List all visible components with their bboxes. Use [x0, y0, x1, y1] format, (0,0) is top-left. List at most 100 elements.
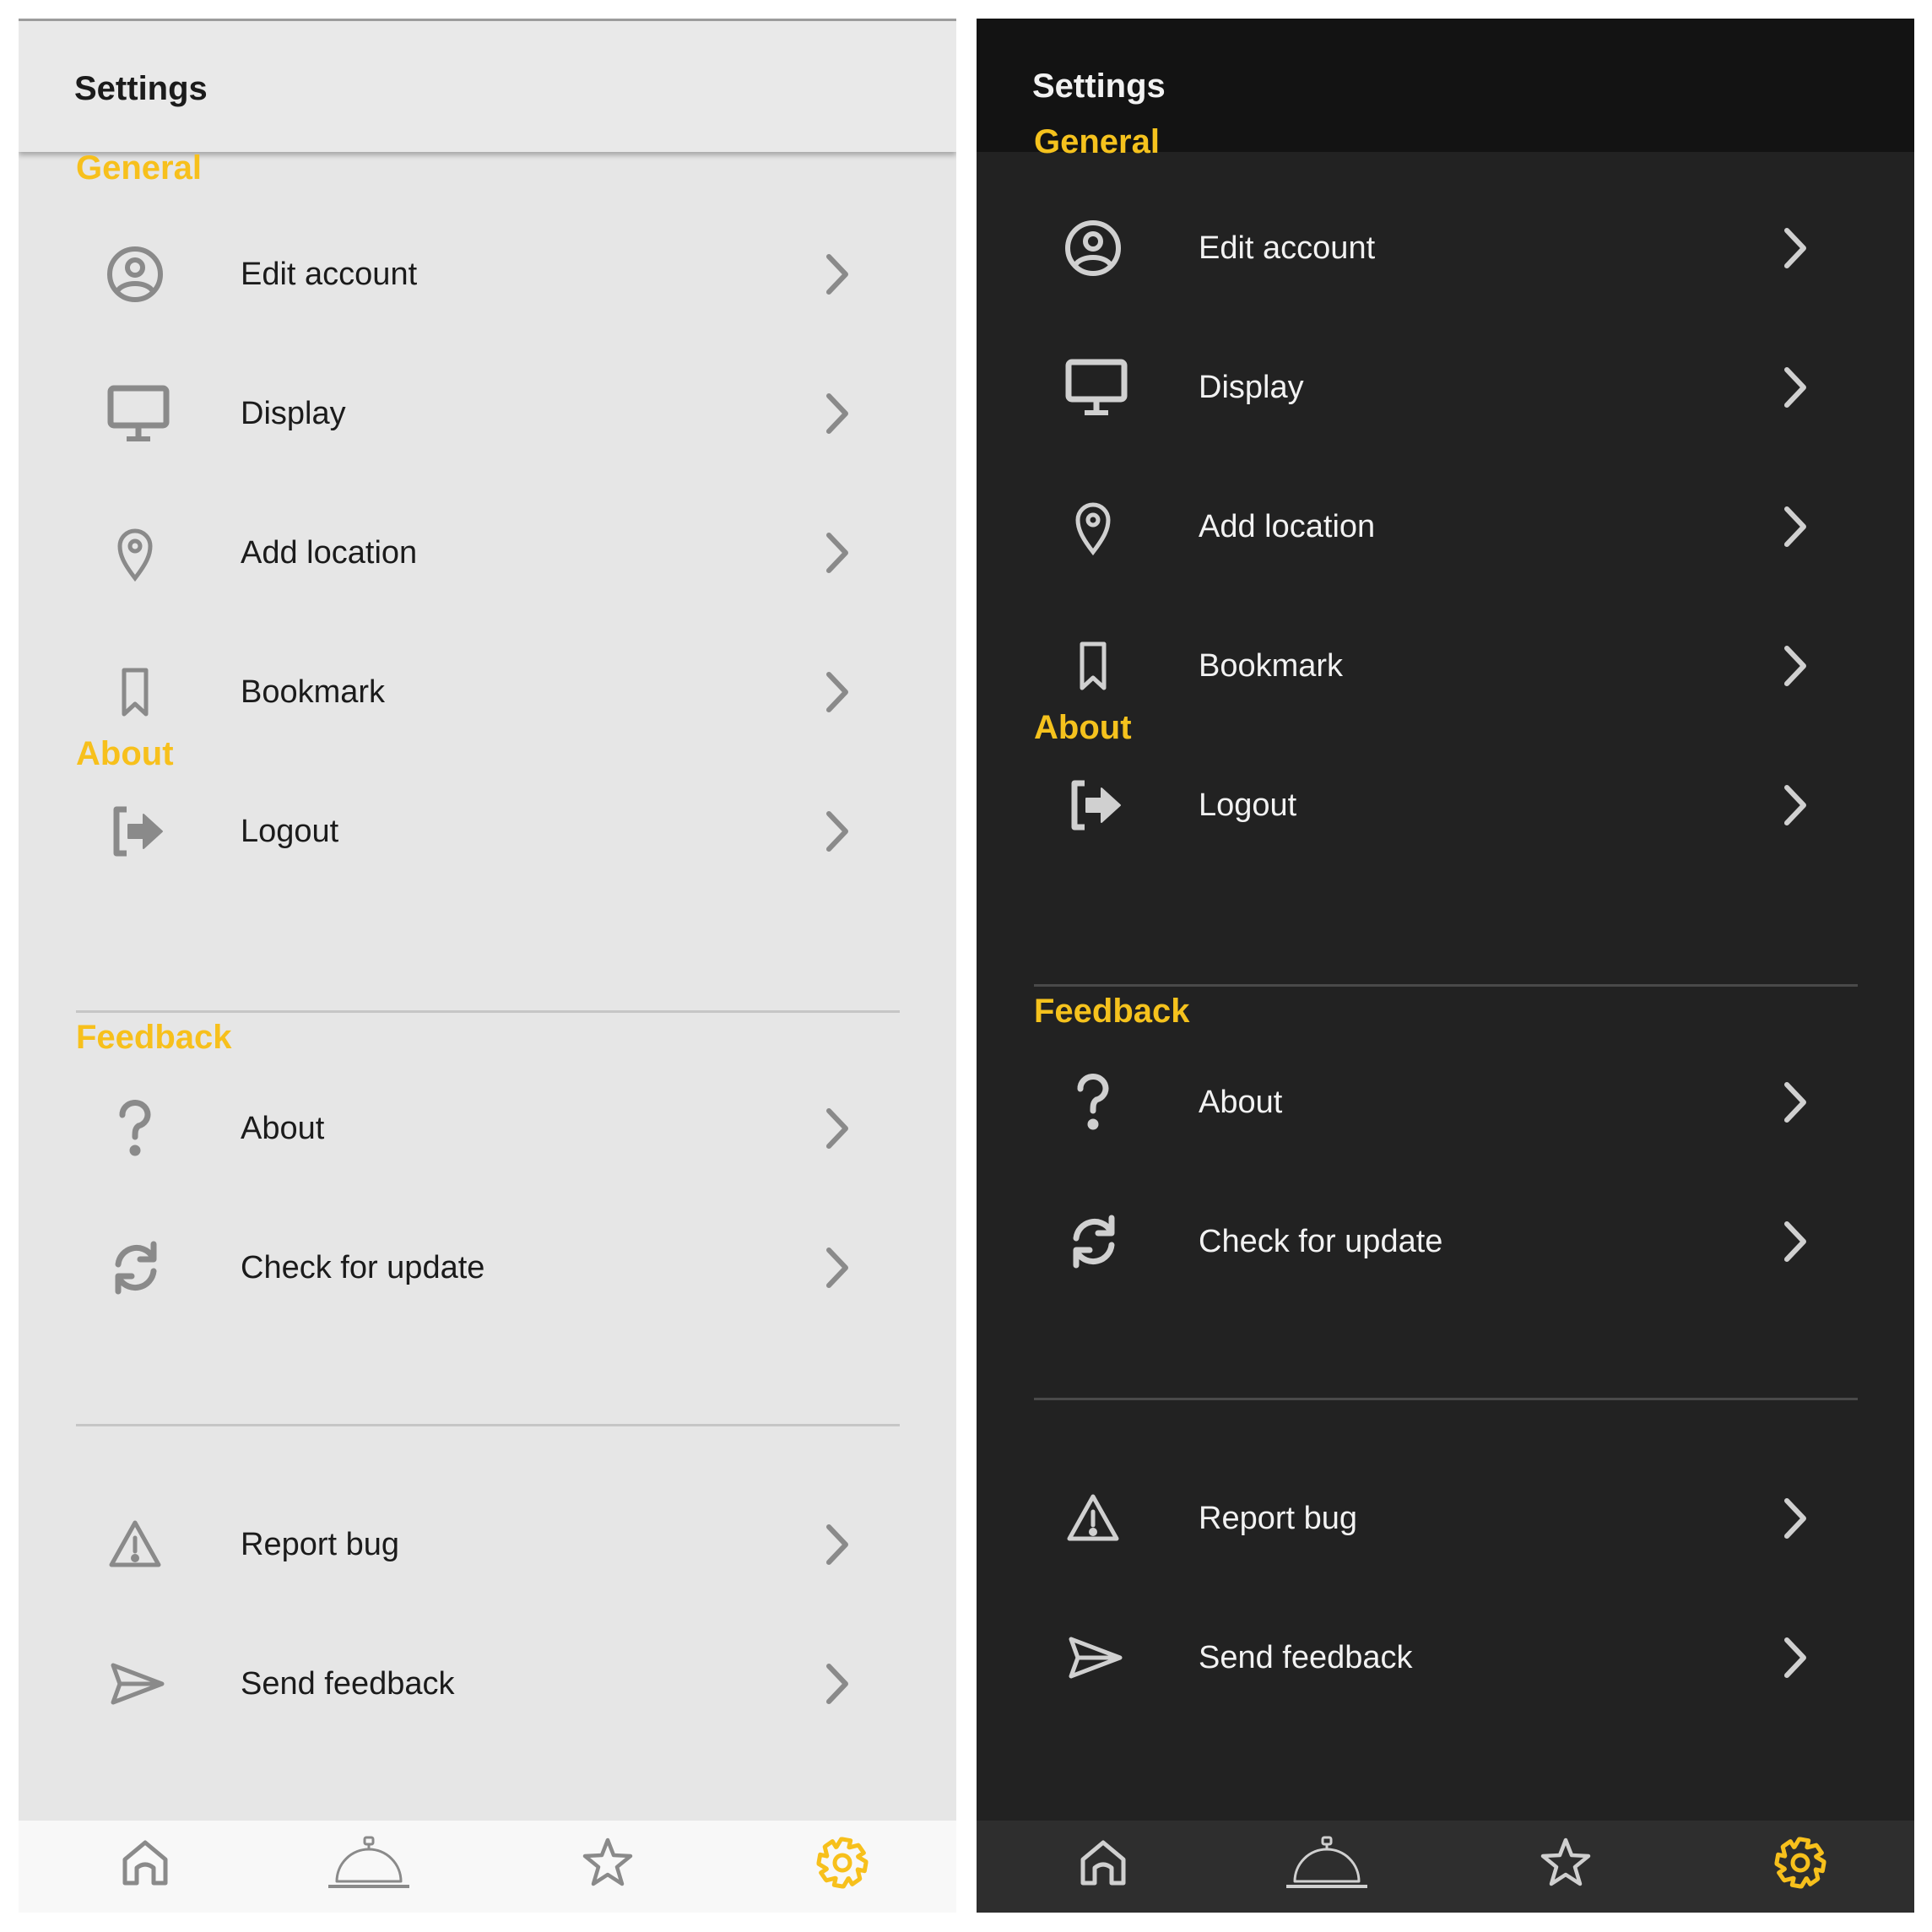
cloche-icon [1285, 1834, 1369, 1891]
settings-item-label: Display [1199, 370, 1304, 405]
settings-item-add-location[interactable]: Add location [19, 490, 956, 616]
section-divider [1034, 984, 1858, 987]
location-pin-icon [106, 522, 170, 583]
account-circle-icon [1064, 218, 1128, 279]
location-pin-icon [1064, 496, 1128, 557]
chevron-right-icon [820, 809, 854, 854]
monitor-icon [106, 383, 170, 444]
settings-item-logout[interactable]: Logout [19, 768, 956, 895]
bottom-navigation [977, 1821, 1914, 1913]
chevron-right-icon [820, 252, 854, 297]
chevron-right-icon [1778, 1635, 1812, 1680]
page-title: Settings [1032, 68, 1166, 105]
settings-screen-light: Settings General Edit account Display Add lo… [19, 19, 956, 1913]
home-icon [120, 1837, 170, 1888]
nav-tab-home[interactable] [1078, 1837, 1128, 1908]
settings-item-label: Report bug [241, 1527, 400, 1562]
section-header-feedback: Feedback [1034, 993, 1190, 1030]
section-header-about: About [1034, 709, 1132, 746]
settings-item-label: Send feedback [1199, 1640, 1413, 1675]
bookmark-icon [106, 662, 170, 722]
page-title: Settings [74, 70, 208, 107]
settings-item-edit-account[interactable]: Edit account [977, 185, 1914, 311]
settings-item-report-bug[interactable]: Report bug [19, 1481, 956, 1608]
question-mark-icon [106, 1098, 170, 1159]
chevron-right-icon [1778, 1219, 1812, 1264]
chevron-right-icon [1778, 1496, 1812, 1541]
cloche-icon [327, 1834, 411, 1891]
nav-tab-star[interactable] [582, 1836, 634, 1907]
settings-item-label: Edit account [241, 257, 418, 292]
send-icon [106, 1653, 170, 1714]
logout-icon [106, 801, 170, 862]
nav-tab-gear[interactable] [1773, 1836, 1827, 1907]
warning-icon [106, 1514, 170, 1575]
settings-item-label: Logout [241, 814, 339, 849]
chevron-right-icon [1778, 782, 1812, 828]
logout-icon [1064, 775, 1128, 836]
settings-item-add-location[interactable]: Add location [977, 463, 1914, 590]
settings-item-label: Display [241, 396, 346, 431]
chevron-right-icon [820, 1522, 854, 1567]
settings-item-logout[interactable]: Logout [977, 742, 1914, 869]
settings-item-label: Logout [1199, 787, 1297, 823]
settings-item-label: Add location [241, 535, 418, 571]
settings-item-check-for-update[interactable]: Check for update [19, 1204, 956, 1331]
settings-item-display[interactable]: Display [977, 324, 1914, 451]
gear-icon [1773, 1836, 1827, 1890]
chevron-right-icon [820, 1106, 854, 1151]
bookmark-icon [1064, 636, 1128, 696]
monitor-icon [1064, 357, 1128, 418]
settings-screen-dark: Settings General Edit account Display Add lo… [977, 19, 1914, 1913]
nav-tab-home[interactable] [120, 1837, 170, 1908]
settings-item-display[interactable]: Display [19, 350, 956, 477]
chevron-right-icon [820, 391, 854, 436]
app-bar: Settings [19, 19, 956, 152]
chevron-right-icon [1778, 504, 1812, 549]
chevron-right-icon [1778, 225, 1812, 271]
settings-item-label: Edit account [1199, 230, 1376, 266]
refresh-icon [106, 1237, 170, 1298]
settings-item-label: About [241, 1111, 325, 1146]
settings-item-label: Add location [1199, 509, 1376, 544]
settings-item-send-feedback[interactable]: Send feedback [977, 1594, 1914, 1721]
chevron-right-icon [1778, 365, 1812, 410]
star-icon [1540, 1836, 1592, 1888]
section-divider [76, 1424, 900, 1426]
section-header-general: General [76, 149, 202, 187]
chevron-right-icon [820, 1245, 854, 1291]
chevron-right-icon [1778, 1080, 1812, 1125]
gear-icon [815, 1836, 869, 1890]
settings-item-label: About [1199, 1085, 1283, 1120]
settings-item-edit-account[interactable]: Edit account [19, 211, 956, 338]
settings-item-label: Check for update [1199, 1224, 1443, 1259]
settings-item-send-feedback[interactable]: Send feedback [19, 1621, 956, 1747]
star-icon [582, 1836, 634, 1888]
home-icon [1078, 1837, 1128, 1888]
account-circle-icon [106, 244, 170, 305]
section-divider [1034, 1398, 1858, 1400]
nav-tab-cloche[interactable] [1285, 1834, 1369, 1905]
chevron-right-icon [820, 669, 854, 715]
section-header-about: About [76, 735, 174, 772]
section-divider [76, 1010, 900, 1013]
nav-tab-cloche[interactable] [327, 1834, 411, 1905]
settings-item-about[interactable]: About [19, 1065, 956, 1192]
chevron-right-icon [820, 530, 854, 576]
send-icon [1064, 1627, 1128, 1688]
nav-tab-gear[interactable] [815, 1836, 869, 1907]
settings-item-label: Bookmark [1199, 648, 1344, 684]
chevron-right-icon [820, 1661, 854, 1707]
nav-tab-star[interactable] [1540, 1836, 1592, 1907]
settings-item-check-for-update[interactable]: Check for update [977, 1178, 1914, 1305]
bottom-navigation [19, 1821, 956, 1913]
settings-item-about[interactable]: About [977, 1039, 1914, 1166]
settings-item-label: Bookmark [241, 674, 386, 710]
refresh-icon [1064, 1211, 1128, 1272]
question-mark-icon [1064, 1072, 1128, 1133]
settings-item-report-bug[interactable]: Report bug [977, 1455, 1914, 1582]
settings-item-label: Report bug [1199, 1501, 1358, 1536]
warning-icon [1064, 1488, 1128, 1549]
section-header-general: General [1034, 123, 1160, 160]
settings-item-label: Check for update [241, 1250, 485, 1285]
